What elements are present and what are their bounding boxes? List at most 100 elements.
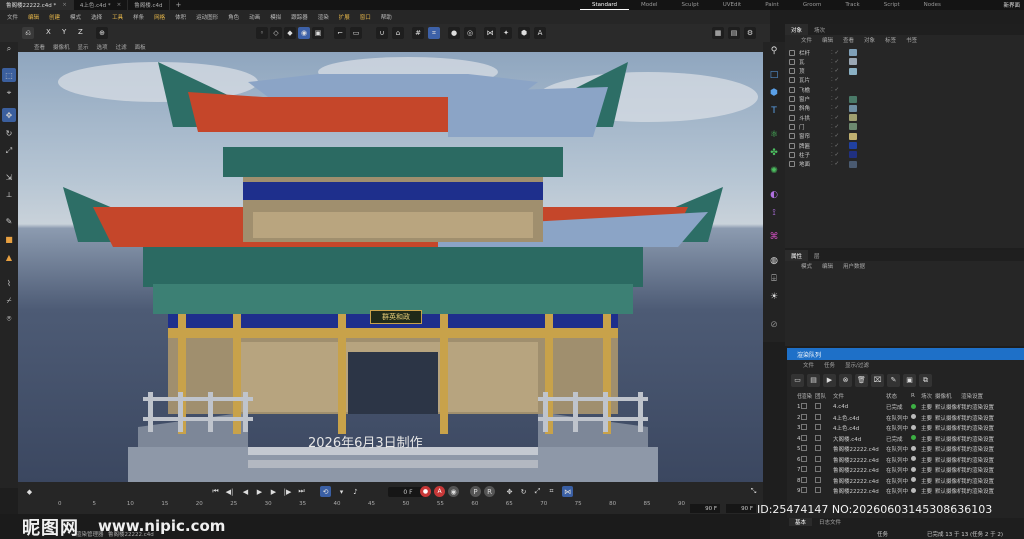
stage-icon[interactable]: A <box>534 27 546 39</box>
tab-takes[interactable]: 场次 <box>808 24 831 35</box>
primitive-icon[interactable]: ■ <box>2 232 16 246</box>
team-checkbox[interactable] <box>815 476 821 483</box>
go-to-start-icon[interactable]: ⏮ <box>210 486 221 497</box>
rotate-tool-icon[interactable]: ↻ <box>2 126 16 140</box>
material-tag-icon[interactable] <box>849 160 857 168</box>
visibility-dots-icon[interactable]: ⁚ ✓ <box>831 152 847 158</box>
delete-all-icon[interactable]: ⌧ <box>871 373 884 387</box>
material-tag-icon[interactable] <box>849 123 857 131</box>
render-job-row[interactable]: 5 鲁阁楼22222.c4d 在队列中 主要 默认摄像机 我的渲染设置 <box>787 444 1024 454</box>
render-job-row[interactable]: 6 鲁阁楼22222.c4d 在队列中 主要 默认摄像机 我的渲染设置 <box>787 455 1024 465</box>
object-row[interactable]: 斜角 ⁚ ✓ <box>785 104 1024 113</box>
layout-model[interactable]: Model <box>629 0 670 10</box>
new-tab-button[interactable]: + <box>170 1 188 9</box>
stop-icon[interactable]: ⊗ <box>839 373 852 387</box>
doc-tab-1[interactable]: 4上色.c4d * × <box>74 0 129 10</box>
am-menu-mode[interactable]: 模式 <box>785 262 817 270</box>
visibility-dots-icon[interactable]: ⁚ ✓ <box>831 124 847 130</box>
new-ui-toggle[interactable]: 新界面 <box>1003 0 1020 10</box>
object-row[interactable]: 窗户 ⁚ ✓ <box>785 95 1024 104</box>
material-tag-icon[interactable] <box>849 95 857 103</box>
layout-script[interactable]: Script <box>872 0 912 10</box>
tab-layers[interactable]: 层 <box>808 250 826 261</box>
am-menu-edit[interactable]: 编辑 <box>817 262 838 270</box>
team-checkbox[interactable] <box>815 413 821 420</box>
playback-speed-icon[interactable]: ▾ <box>336 486 347 497</box>
object-row[interactable]: 瓦 ⁚ ✓ <box>785 57 1024 66</box>
camera-icon[interactable]: ⌹ <box>767 272 781 286</box>
render-checkbox[interactable] <box>801 466 807 472</box>
menu-character[interactable]: 角色 <box>223 13 244 21</box>
spline-icon[interactable]: ⌘ <box>767 230 781 244</box>
team-checkbox[interactable] <box>815 487 821 493</box>
key-rotation-icon[interactable]: R <box>484 486 495 497</box>
material-tag-icon[interactable] <box>849 86 857 93</box>
layout-paint[interactable]: Paint <box>753 0 791 10</box>
material-tag-icon[interactable] <box>849 114 857 122</box>
render-settings-icon[interactable]: ⚙ <box>744 27 756 39</box>
menu-create[interactable]: 创建 <box>44 13 65 21</box>
open-folder-icon[interactable]: ▭ <box>791 373 804 387</box>
next-key-icon[interactable]: |▶ <box>282 486 293 497</box>
object-row[interactable]: 窗帘 ⁚ ✓ <box>785 132 1024 141</box>
visibility-dots-icon[interactable]: ⁚ ✓ <box>831 115 847 121</box>
tab-objects[interactable]: 对象 <box>785 24 809 35</box>
rq-menu-filter[interactable]: 显示/过滤 <box>840 361 874 369</box>
menu-tracker[interactable]: 跟踪器 <box>286 13 313 21</box>
visibility-dots-icon[interactable]: ⁚ ✓ <box>831 87 847 93</box>
spline-pen-icon[interactable]: ✎ <box>2 214 16 228</box>
loop-icon[interactable]: ⟲ <box>320 486 331 497</box>
transform-icon[interactable]: ⇲ <box>2 170 16 184</box>
material-tag-icon[interactable] <box>849 77 857 84</box>
object-row[interactable]: 栏杆 ⁚ ✓ <box>785 48 1024 57</box>
go-to-end-icon[interactable]: ⏭ <box>296 486 307 497</box>
menu-render[interactable]: 渲染 <box>313 13 334 21</box>
menu-edit[interactable]: 编辑 <box>23 13 44 21</box>
magnet-icon[interactable]: ∪ <box>376 27 388 39</box>
visibility-dots-icon[interactable]: ⁚ ✓ <box>831 96 847 102</box>
layout-sculpt[interactable]: Sculpt <box>670 0 711 10</box>
edit-icon[interactable]: ✎ <box>887 373 900 387</box>
next-frame-icon[interactable]: ▶ <box>268 486 279 497</box>
render-job-row[interactable]: 4 大阁楼.c4d 已完成 主要 默认摄像机 我的渲染设置 <box>787 434 1024 444</box>
monitor-icon[interactable]: ▣ <box>903 373 916 387</box>
visibility-dots-icon[interactable]: ⁚ ✓ <box>831 133 847 139</box>
brush-icon[interactable]: ⌇ <box>2 276 16 290</box>
cube-icon[interactable]: □ <box>767 68 781 82</box>
vp-menu-filter[interactable]: 过滤 <box>112 43 131 51</box>
object-row[interactable]: 瓦片 ⁚ ✓ <box>785 76 1024 85</box>
interactive-render-icon[interactable]: ◎ <box>464 27 476 39</box>
tab-basic[interactable]: 基本 <box>789 518 813 526</box>
picture-viewer-icon[interactable]: ⧉ <box>919 373 932 387</box>
menu-select[interactable]: 选择 <box>86 13 107 21</box>
uv-mode-icon[interactable]: ▣ <box>312 27 324 39</box>
visibility-dots-icon[interactable]: ⁚ ✓ <box>831 143 847 149</box>
render-checkbox[interactable] <box>801 424 807 430</box>
am-menu-userdata[interactable]: 用户数据 <box>838 262 870 270</box>
menu-volume[interactable]: 体积 <box>170 13 191 21</box>
environment-icon[interactable]: ◍ <box>767 254 781 268</box>
viewport-solo-icon[interactable]: ⬢ <box>518 27 530 39</box>
om-menu-edit[interactable]: 编辑 <box>817 36 838 44</box>
menu-mode[interactable]: 模式 <box>65 13 86 21</box>
object-row[interactable]: 柱子 ⁚ ✓ <box>785 150 1024 159</box>
keyframe-diamond-icon[interactable]: ◆ <box>24 486 35 497</box>
render-checkbox[interactable] <box>801 403 807 409</box>
primitive-cube-icon[interactable]: ⬢ <box>767 86 781 100</box>
vp-menu-camera[interactable]: 摄像机 <box>49 43 74 51</box>
axis-x-toggle[interactable]: X <box>46 28 51 36</box>
axis-z-toggle[interactable]: Z <box>78 28 83 36</box>
layout-uvedit[interactable]: UVEdit <box>711 0 753 10</box>
render-icon[interactable]: ▶ <box>823 373 836 387</box>
live-select-icon[interactable]: ⌖ <box>2 86 16 100</box>
axis-y-toggle[interactable]: Y <box>62 28 66 36</box>
prev-key-icon[interactable]: ◀| <box>224 486 235 497</box>
key-position-icon[interactable]: P <box>470 486 481 497</box>
object-row[interactable]: 飞檐 ⁚ ✓ <box>785 85 1024 94</box>
delete-icon[interactable]: 🗑 <box>855 373 868 387</box>
select-tool-icon[interactable]: ⬚ <box>2 68 16 82</box>
object-row[interactable]: 顶 ⁚ ✓ <box>785 67 1024 76</box>
search-icon[interactable]: ⌕ <box>2 42 16 56</box>
scale-tool-icon[interactable]: ⤢ <box>2 144 16 158</box>
key-scale-icon[interactable]: ⤢ <box>532 486 543 497</box>
